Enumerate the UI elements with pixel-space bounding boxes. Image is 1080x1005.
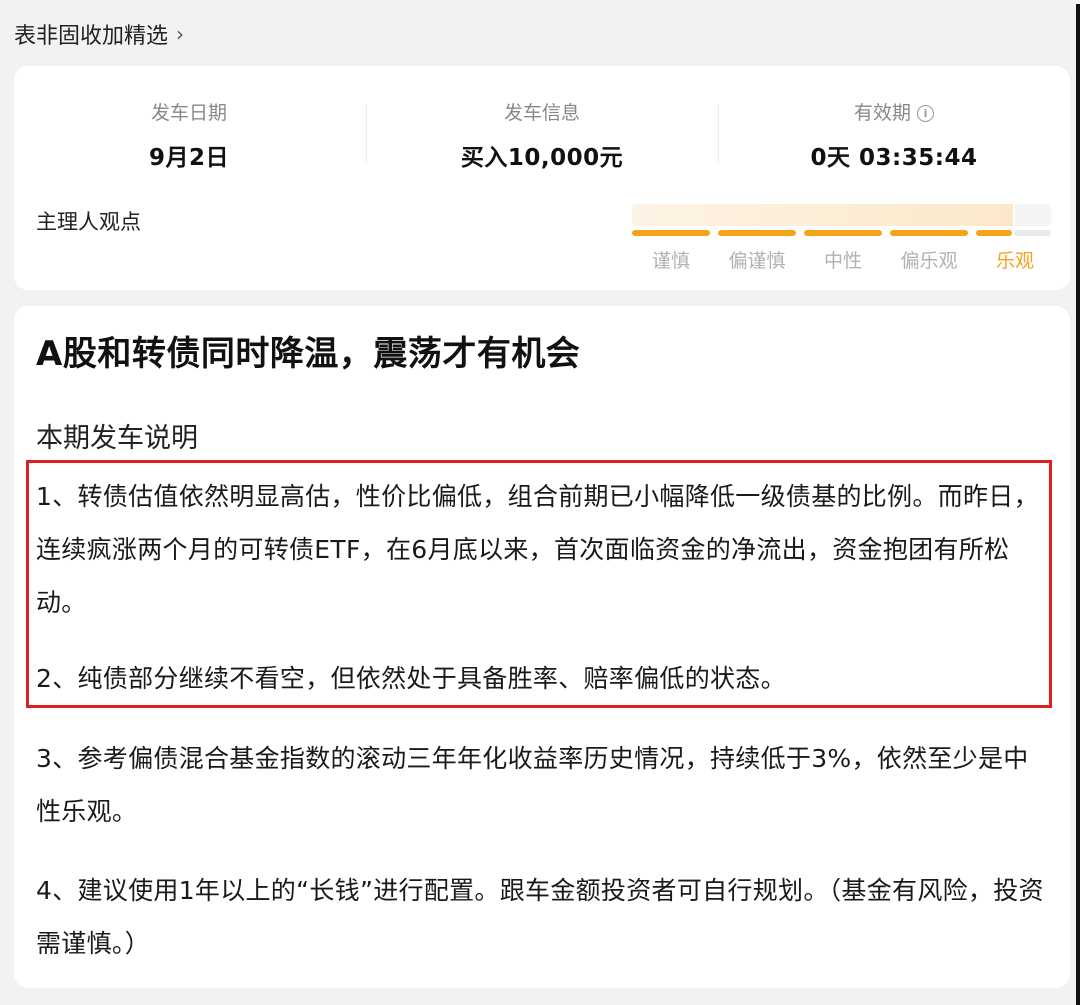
- chevron-right-icon[interactable]: ›: [176, 22, 184, 46]
- portfolio-title[interactable]: 表非固收加精选: [14, 18, 168, 50]
- manager-opinion-label: 主理人观点: [36, 210, 141, 234]
- departure-date-value: 9月2日: [148, 145, 229, 171]
- opinion-segment: [976, 230, 1012, 236]
- opinion-segment: [718, 230, 796, 236]
- paragraph-4: 4、建议使用1年以上的“长钱”进行配置。跟车金额投资者可自行规划。（基金有风险，…: [36, 876, 1044, 958]
- opinion-segment: [890, 230, 968, 236]
- validity-label: 有效期: [853, 102, 911, 124]
- paragraph-1: 1、转债估值依然明显高估，性价比偏低，组合前期已小幅降低一级债基的比例。而昨日，…: [36, 482, 1039, 617]
- paragraph-3: 3、参考偏债混合基金指数的滚动三年年化收益率历史情况，持续低于3%，依然至少是中…: [36, 744, 1029, 826]
- article-title: A股和转债同时降温，震荡才有机会: [36, 334, 581, 374]
- departure-info-stat: 发车信息 买入10,000元: [367, 98, 717, 172]
- departure-date-label: 发车日期: [150, 102, 227, 124]
- section-title: 本期发车说明: [36, 423, 198, 454]
- paragraph-2: 2、纯债部分继续不看空，但依然处于具备胜率、赔率偏低的状态。: [36, 664, 786, 693]
- opinion-level-label: 乐观: [995, 250, 1034, 272]
- opinion-level-label: 偏谨慎: [728, 250, 786, 272]
- departure-info-label: 发车信息: [503, 102, 580, 124]
- opinion-segment-remainder: [1014, 230, 1051, 236]
- validity-stat: 有效期 i 0天 03:35:44: [719, 98, 1069, 172]
- top-strip: [0, 0, 1080, 4]
- departure-info-value: 买入10,000元: [460, 145, 624, 171]
- info-icon[interactable]: i: [917, 105, 934, 122]
- opinion-gauge-fill: [632, 204, 1013, 226]
- opinion-segment: [804, 230, 882, 236]
- opinion-level-label: 偏乐观: [900, 250, 958, 272]
- opinion-level-label: 谨慎: [651, 250, 690, 272]
- opinion-level-label: 中性: [823, 250, 862, 272]
- portfolio-header[interactable]: 表非固收加精选 ›: [14, 18, 184, 50]
- opinion-segment: [632, 230, 710, 236]
- validity-label-row: 有效期 i: [719, 98, 1069, 128]
- opinion-gauge-marker: [1013, 194, 1015, 234]
- departure-date-stat: 发车日期 9月2日: [14, 98, 364, 172]
- trade-info-card: 发车日期 9月2日 发车信息 买入10,000元 有效期 i 0天 03:35:4…: [14, 66, 1070, 290]
- validity-countdown: 0天 03:35:44: [810, 145, 978, 171]
- article-card: A股和转债同时降温，震荡才有机会 本期发车说明 1、转债估值依然明显高估，性价比…: [14, 306, 1070, 988]
